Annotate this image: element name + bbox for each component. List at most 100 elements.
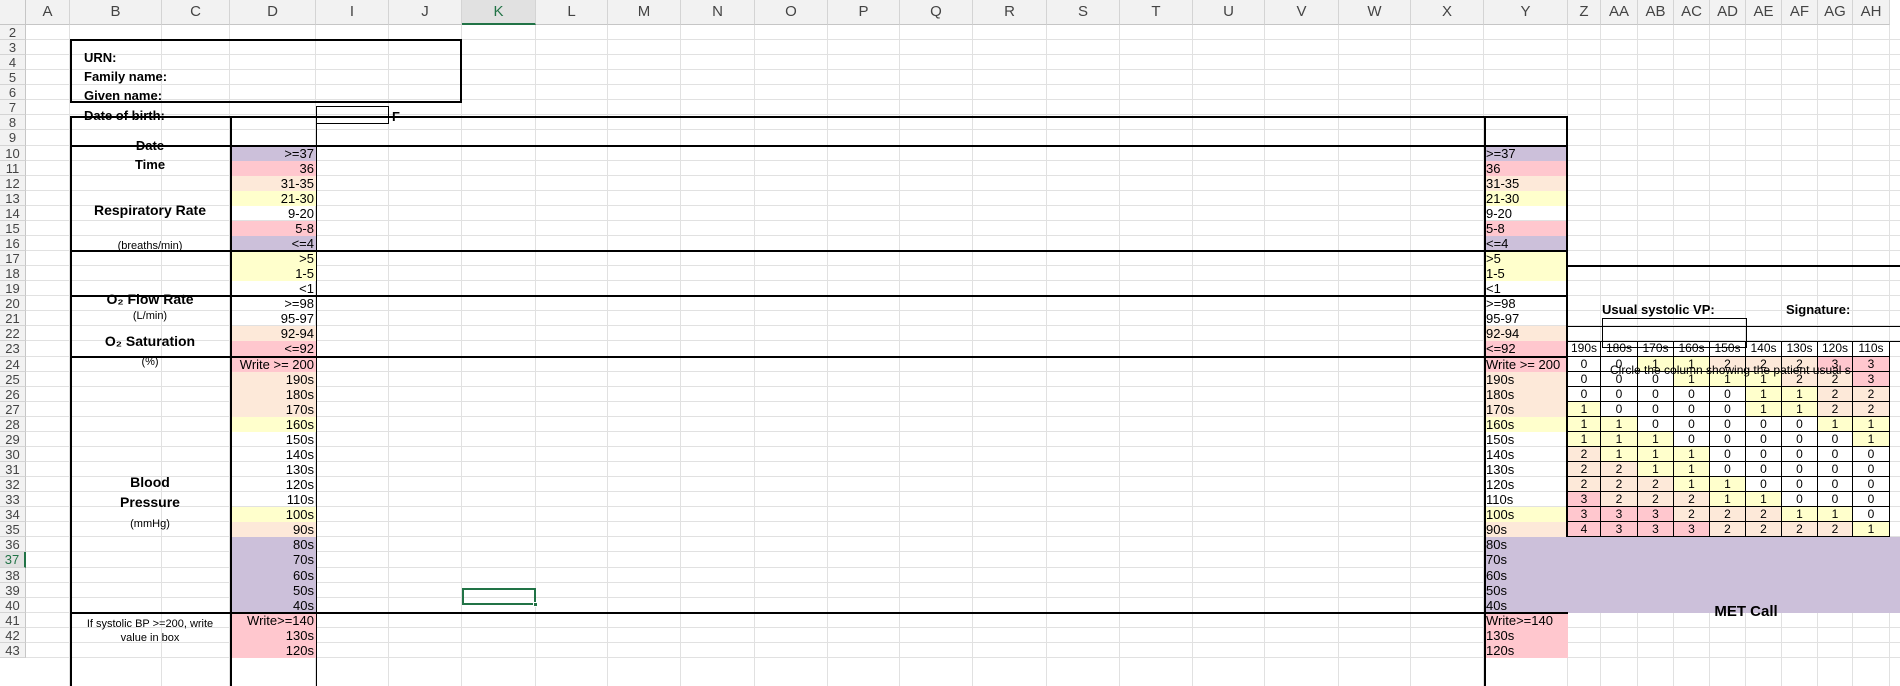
row-header-31[interactable]: 31: [0, 462, 26, 477]
row-header-28[interactable]: 28: [0, 417, 26, 432]
column-header-q[interactable]: Q: [900, 0, 973, 25]
select-all-corner[interactable]: [0, 0, 26, 25]
column-header-c[interactable]: C: [162, 0, 230, 25]
row-header-32[interactable]: 32: [0, 477, 26, 492]
row-header-24[interactable]: 24: [0, 357, 26, 372]
row-header-4[interactable]: 4: [0, 55, 26, 70]
row-header-29[interactable]: 29: [0, 432, 26, 447]
row-header-17[interactable]: 17: [0, 251, 26, 266]
usual-bp-column-130s[interactable]: 130s: [1782, 341, 1818, 357]
column-header-ae[interactable]: AE: [1746, 0, 1782, 25]
row-header-36[interactable]: 36: [0, 537, 26, 552]
border: [316, 116, 317, 686]
column-header-ah[interactable]: AH: [1853, 0, 1890, 25]
column-header-v[interactable]: V: [1265, 0, 1339, 25]
column-header-aa[interactable]: AA: [1601, 0, 1638, 25]
row-header-16[interactable]: 16: [0, 236, 26, 251]
column-header-p[interactable]: P: [828, 0, 900, 25]
row-header-9[interactable]: 9: [0, 130, 26, 146]
row-header-30[interactable]: 30: [0, 447, 26, 462]
row-header-42[interactable]: 42: [0, 628, 26, 643]
row-header-26[interactable]: 26: [0, 387, 26, 402]
column-header-ab[interactable]: AB: [1638, 0, 1674, 25]
column-header-a[interactable]: A: [26, 0, 70, 25]
time-label: Time: [134, 157, 166, 172]
column-header-w[interactable]: W: [1339, 0, 1411, 25]
row-header-27[interactable]: 27: [0, 402, 26, 417]
row-header-34[interactable]: 34: [0, 507, 26, 522]
column-header-i[interactable]: I: [316, 0, 389, 25]
usual-bp-column-120s[interactable]: 120s: [1818, 341, 1853, 357]
score-cell: 2: [1818, 522, 1853, 537]
column-header-y[interactable]: Y: [1484, 0, 1568, 25]
column-header-u[interactable]: U: [1193, 0, 1265, 25]
column-header-af[interactable]: AF: [1782, 0, 1818, 25]
spreadsheet[interactable]: A B C D I J K L M N O P Q R S T U V W X Y Z AA AB AC AD AE AF AG AH 2…: [0, 0, 1900, 686]
row-header-10[interactable]: 10: [0, 146, 26, 161]
usual-bp-column-110s[interactable]: 110s: [1853, 341, 1890, 357]
urn-label: URN:: [84, 50, 117, 65]
row-header-7[interactable]: 7: [0, 100, 26, 115]
row-header-35[interactable]: 35: [0, 522, 26, 537]
usual-bp-column-190s[interactable]: 190s: [1568, 341, 1601, 357]
score-cell: 1: [1782, 387, 1818, 402]
score-cell: 0: [1601, 402, 1638, 417]
column-header-ad[interactable]: AD: [1710, 0, 1746, 25]
scale-label-right: 92-94: [1486, 326, 1520, 341]
score-cell: 1: [1853, 522, 1890, 537]
row-header-2[interactable]: 2: [0, 25, 26, 40]
score-cell: 2: [1601, 462, 1638, 477]
row-header-11[interactable]: 11: [0, 161, 26, 176]
row-header-23[interactable]: 23: [0, 341, 26, 357]
scale-label-left: 50s: [293, 583, 314, 598]
scale-label-right: >=98: [1486, 296, 1516, 311]
column-header-ag[interactable]: AG: [1818, 0, 1853, 25]
selected-cell[interactable]: [462, 588, 536, 605]
row-header-39[interactable]: 39: [0, 583, 26, 598]
row-header-25[interactable]: 25: [0, 372, 26, 387]
column-header-l[interactable]: L: [536, 0, 608, 25]
scale-label-right: 9-20: [1486, 206, 1513, 221]
row-header-37[interactable]: 37: [0, 552, 26, 568]
row-header-43[interactable]: 43: [0, 643, 26, 658]
column-header-r[interactable]: R: [973, 0, 1047, 25]
row-header-6[interactable]: 6: [0, 85, 26, 100]
row-header-8[interactable]: 8: [0, 115, 26, 130]
row-header-38[interactable]: 38: [0, 568, 26, 583]
row-header-3[interactable]: 3: [0, 40, 26, 55]
score-cell: 1: [1853, 432, 1890, 447]
column-header-d[interactable]: D: [230, 0, 316, 25]
row-header-20[interactable]: 20: [0, 296, 26, 311]
score-cell: 3: [1568, 492, 1601, 507]
usual-systolic-input[interactable]: [1602, 318, 1747, 348]
score-cell: 0: [1638, 417, 1674, 432]
row-header-19[interactable]: 19: [0, 281, 26, 296]
row-header-12[interactable]: 12: [0, 176, 26, 191]
row-header-5[interactable]: 5: [0, 70, 26, 85]
column-header-m[interactable]: M: [608, 0, 681, 25]
column-header-k[interactable]: K: [462, 0, 536, 25]
column-header-n[interactable]: N: [681, 0, 755, 25]
row-header-21[interactable]: 21: [0, 311, 26, 326]
column-header-b[interactable]: B: [70, 0, 162, 25]
column-header-j[interactable]: J: [389, 0, 462, 25]
row-header-18[interactable]: 18: [0, 266, 26, 281]
fill-handle[interactable]: [533, 602, 538, 607]
row-header-15[interactable]: 15: [0, 221, 26, 236]
row-header-22[interactable]: 22: [0, 326, 26, 341]
row-header-41[interactable]: 41: [0, 613, 26, 628]
column-header-t[interactable]: T: [1120, 0, 1193, 25]
column-header-o[interactable]: O: [755, 0, 828, 25]
score-cell: 0: [1638, 402, 1674, 417]
row-header-14[interactable]: 14: [0, 206, 26, 221]
row-header-40[interactable]: 40: [0, 598, 26, 613]
column-header-ac[interactable]: AC: [1674, 0, 1710, 25]
row-header-33[interactable]: 33: [0, 492, 26, 507]
column-header-z[interactable]: Z: [1568, 0, 1601, 25]
dob-input-box[interactable]: [316, 106, 389, 124]
row-header-13[interactable]: 13: [0, 191, 26, 206]
gridline-row: [26, 114, 1900, 115]
column-header-s[interactable]: S: [1047, 0, 1120, 25]
usual-bp-column-140s[interactable]: 140s: [1746, 341, 1782, 357]
column-header-x[interactable]: X: [1411, 0, 1484, 25]
